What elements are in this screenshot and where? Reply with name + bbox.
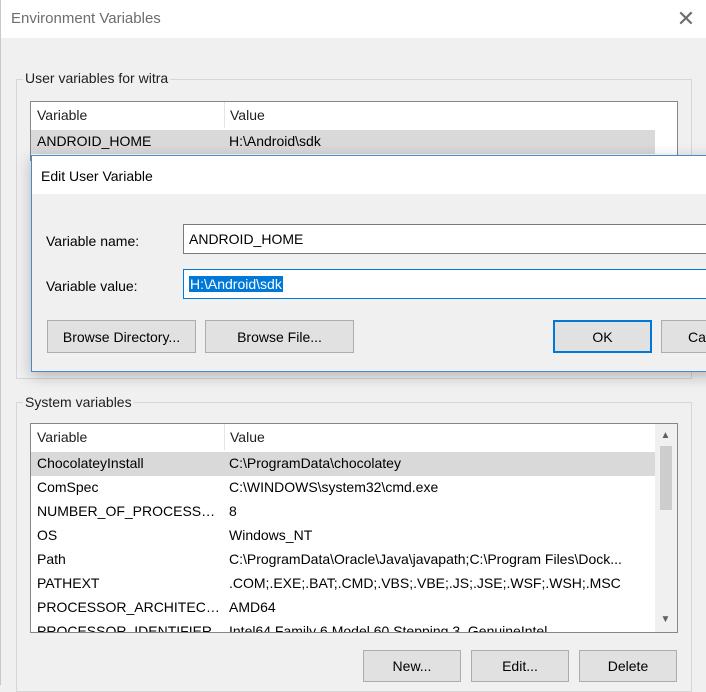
title-bar: Environment Variables ✕ xyxy=(1,0,706,38)
row-variable: Path xyxy=(37,551,66,567)
ok-button[interactable]: OK xyxy=(553,320,652,353)
row-value: Intel64 Family 6 Model 60 Stepping 3, Ge… xyxy=(229,623,548,633)
table-row[interactable]: NUMBER_OF_PROCESSORS 8 xyxy=(31,500,655,524)
vertical-scrollbar[interactable]: ▲ ▼ xyxy=(655,424,677,632)
delete-button[interactable]: Delete xyxy=(579,650,677,682)
edit-user-variable-dialog: Edit User Variable Variable name: Variab… xyxy=(31,155,706,372)
column-header-value[interactable]: Value xyxy=(230,107,265,123)
browse-directory-button[interactable]: Browse Directory... xyxy=(47,320,196,353)
scroll-up-icon[interactable]: ▲ xyxy=(657,427,674,444)
new-button[interactable]: New... xyxy=(363,650,461,682)
column-header-variable[interactable]: Variable xyxy=(37,107,87,123)
row-value: AMD64 xyxy=(229,599,276,615)
variable-value-input[interactable]: H:\Android\sdk xyxy=(183,269,706,299)
table-row[interactable]: ChocolateyInstall C:\ProgramData\chocola… xyxy=(31,452,655,476)
row-variable: OS xyxy=(37,527,58,543)
variable-name-label: Variable name: xyxy=(46,233,140,249)
edit-button[interactable]: Edit... xyxy=(471,650,569,682)
row-variable: NUMBER_OF_PROCESSORS xyxy=(37,503,222,519)
table-row[interactable]: PATHEXT .COM;.EXE;.BAT;.CMD;.VBS;.VBE;.J… xyxy=(31,572,655,596)
row-variable: ComSpec xyxy=(37,479,99,495)
row-value: C:\ProgramData\chocolatey xyxy=(229,455,401,471)
row-value: 8 xyxy=(229,503,237,519)
row-value: H:\Android\sdk xyxy=(229,133,321,149)
scrollbar-thumb[interactable] xyxy=(660,446,672,510)
table-row[interactable]: Path C:\ProgramData\Oracle\Java\javapath… xyxy=(31,548,655,572)
column-header-variable[interactable]: Variable xyxy=(37,429,87,445)
row-variable: PROCESSOR_ARCHITECTU... xyxy=(37,599,222,615)
row-value: C:\ProgramData\Oracle\Java\javapath;C:\P… xyxy=(229,551,622,567)
cancel-button[interactable]: Ca xyxy=(661,320,706,353)
row-variable: ChocolateyInstall xyxy=(37,455,144,471)
row-variable: PATHEXT xyxy=(37,575,100,591)
variable-name-input[interactable] xyxy=(183,224,706,254)
close-icon[interactable]: ✕ xyxy=(671,4,701,34)
user-variables-label: User variables for witra xyxy=(23,70,171,86)
dialog-title-bar: Edit User Variable xyxy=(32,156,706,194)
system-variables-list[interactable]: Variable Value ChocolateyInstall C:\Prog… xyxy=(30,423,678,633)
scroll-down-icon[interactable]: ▼ xyxy=(657,611,674,628)
row-value: .COM;.EXE;.BAT;.CMD;.VBS;.VBE;.JS;.JSE;.… xyxy=(229,575,621,591)
table-row[interactable]: PROCESSOR_IDENTIFIER Intel64 Family 6 Mo… xyxy=(31,620,655,633)
table-row[interactable]: PROCESSOR_ARCHITECTU... AMD64 xyxy=(31,596,655,620)
variable-value-label: Variable value: xyxy=(46,278,138,294)
user-list-header: Variable Value xyxy=(31,102,677,128)
system-list-header: Variable Value xyxy=(31,424,677,450)
browse-file-button[interactable]: Browse File... xyxy=(205,320,354,353)
table-row[interactable]: OS Windows_NT xyxy=(31,524,655,548)
system-variables-label: System variables xyxy=(23,394,134,410)
row-value: Windows_NT xyxy=(229,527,313,543)
user-variables-list[interactable]: Variable Value ANDROID_HOME H:\Android\s… xyxy=(30,101,678,161)
row-value: C:\WINDOWS\system32\cmd.exe xyxy=(229,479,439,495)
table-row[interactable]: ANDROID_HOME H:\Android\sdk xyxy=(31,130,655,154)
row-variable: PROCESSOR_IDENTIFIER xyxy=(37,623,213,633)
table-row[interactable]: ComSpec C:\WINDOWS\system32\cmd.exe xyxy=(31,476,655,500)
dialog-title: Edit User Variable xyxy=(41,168,153,184)
selected-value-text: H:\Android\sdk xyxy=(189,276,283,292)
column-header-value[interactable]: Value xyxy=(230,429,265,445)
row-variable: ANDROID_HOME xyxy=(37,133,152,149)
window-title: Environment Variables xyxy=(11,10,161,27)
